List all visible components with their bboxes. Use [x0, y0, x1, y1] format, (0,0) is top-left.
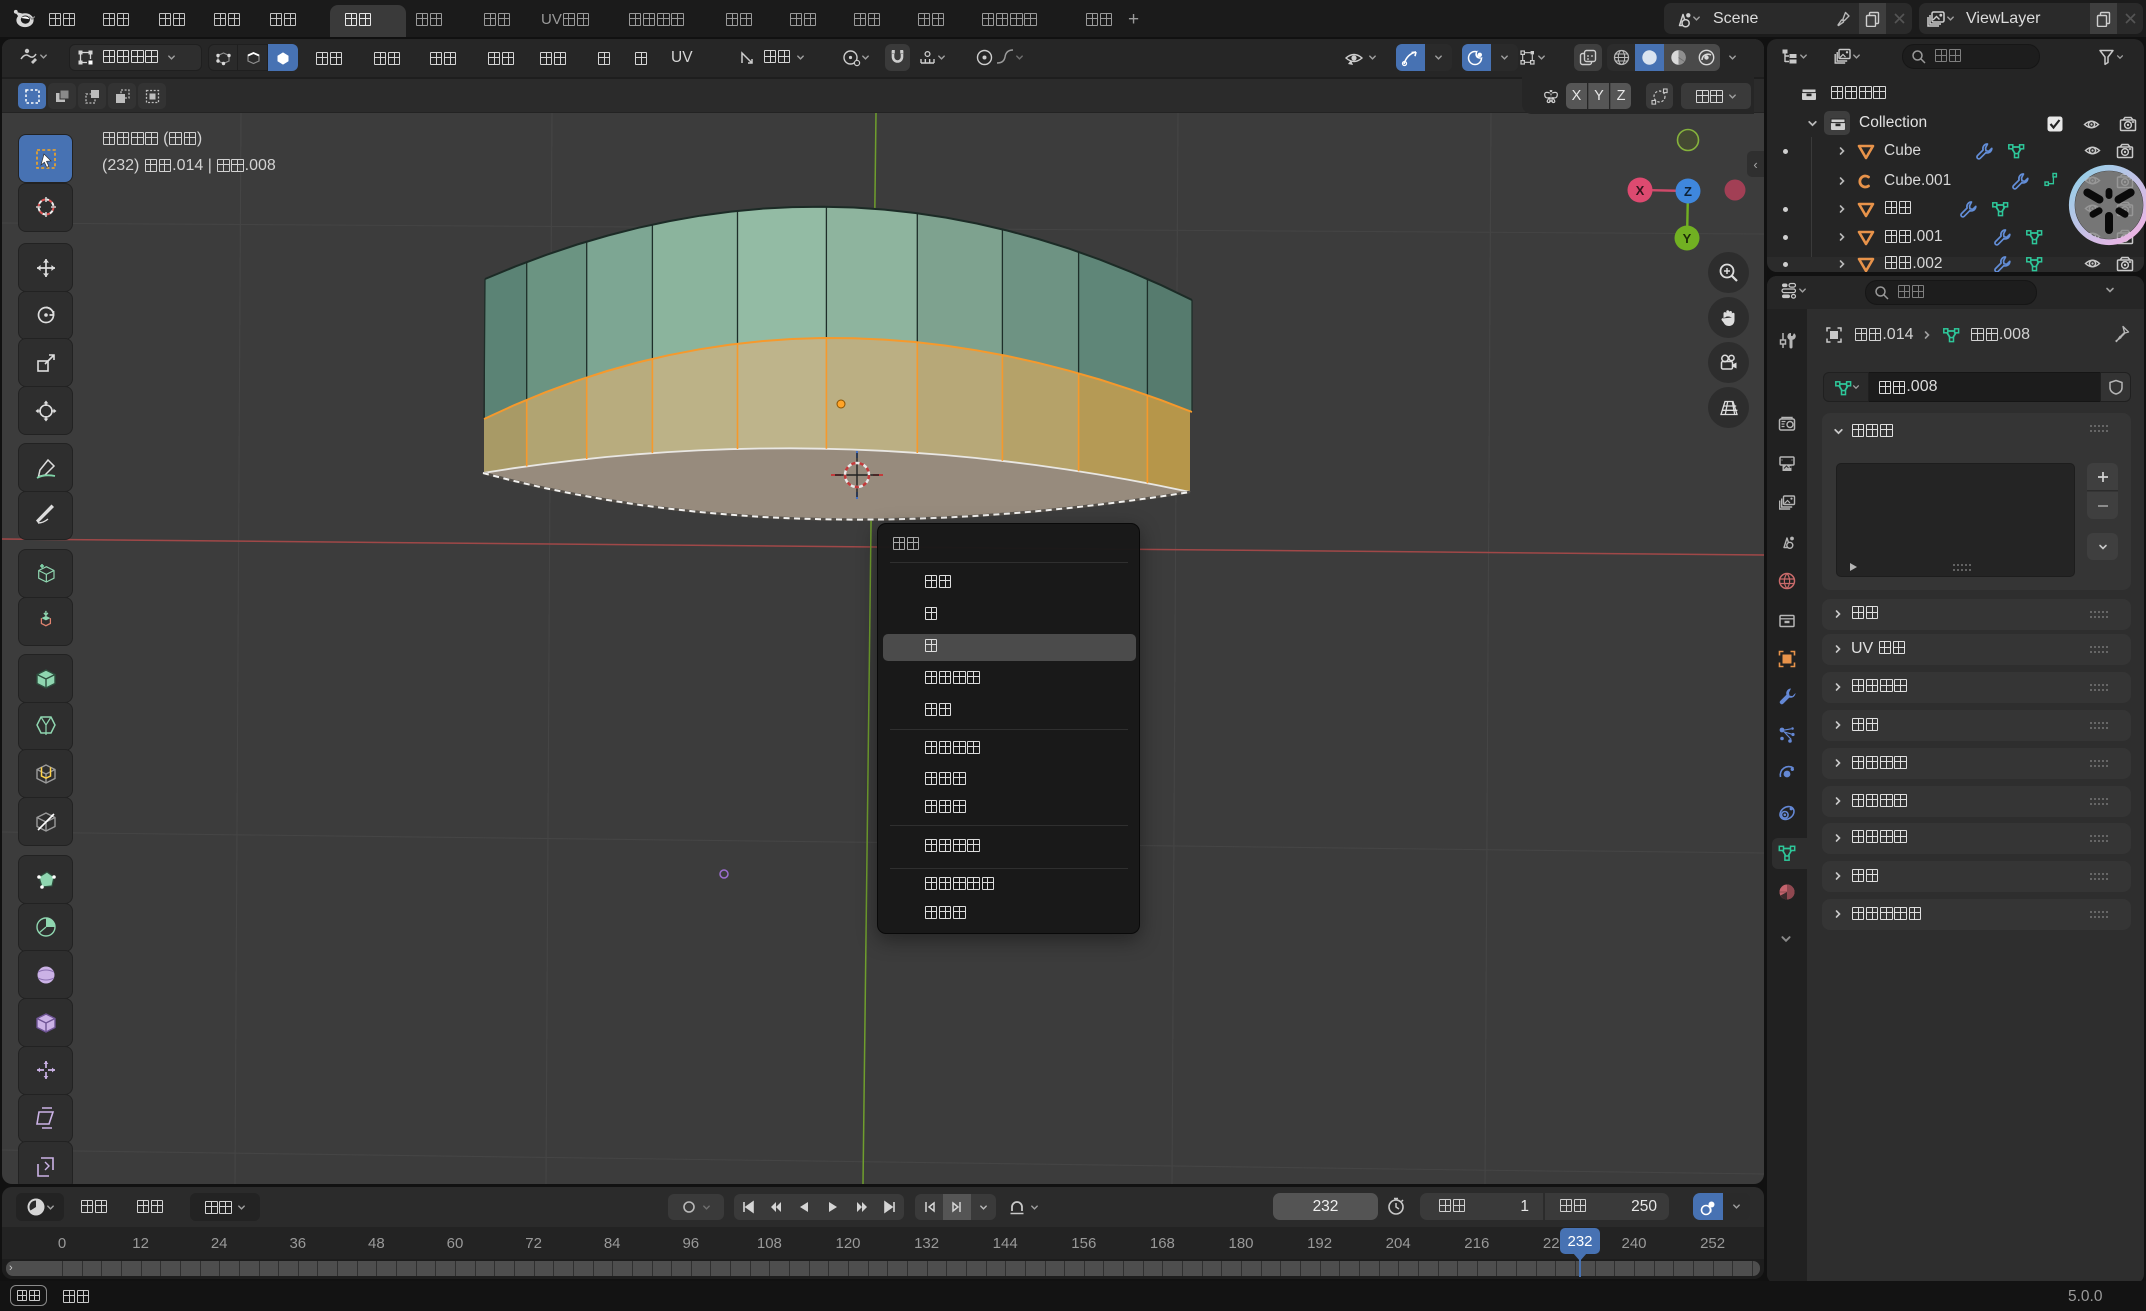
- svg-text:X: X: [1636, 183, 1645, 198]
- svg-text:Y: Y: [1683, 231, 1692, 246]
- svg-text:Z: Z: [1684, 184, 1692, 199]
